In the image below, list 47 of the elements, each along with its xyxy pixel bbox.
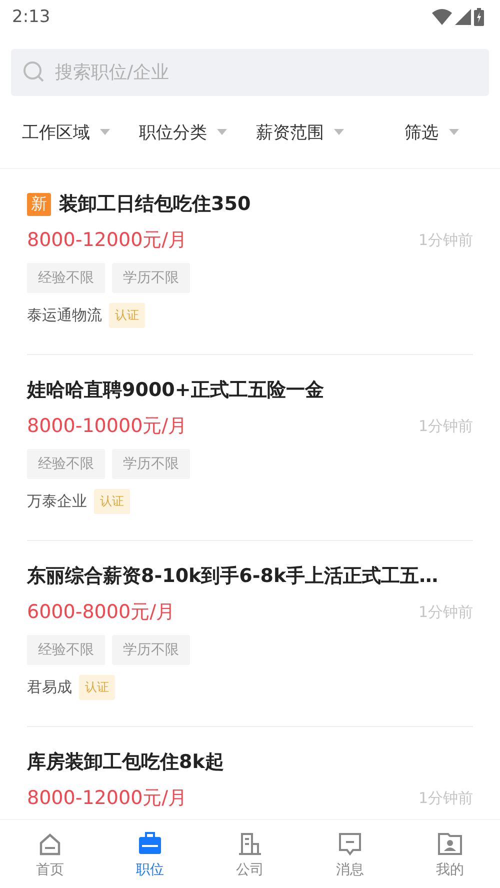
nav-tab[interactable]: 职位 bbox=[100, 820, 200, 888]
signal-icon bbox=[455, 9, 471, 25]
filter-dropdown[interactable]: 工作区域 bbox=[22, 120, 139, 144]
post-time: 1分钟前 bbox=[418, 416, 473, 436]
nav-tab[interactable]: 消息 bbox=[300, 820, 400, 888]
caret-icon bbox=[100, 129, 110, 135]
caret-icon bbox=[448, 129, 458, 135]
filter-dropdown[interactable]: 筛选 bbox=[373, 120, 490, 144]
verified-badge: 认证 bbox=[109, 303, 145, 328]
company-name: 君易成 bbox=[27, 678, 72, 697]
search-field[interactable]: 搜索职位/企业 bbox=[11, 49, 489, 96]
requirement-tag: 经验不限 bbox=[27, 635, 105, 665]
verified-badge: 认证 bbox=[79, 675, 115, 700]
caret-icon bbox=[217, 129, 227, 135]
requirement-tag: 经验不限 bbox=[27, 263, 105, 293]
job-title: 装卸工日结包吃住350 bbox=[59, 192, 251, 217]
caret-icon bbox=[334, 129, 344, 135]
post-time: 1分钟前 bbox=[418, 230, 473, 250]
requirement-tag: 经验不限 bbox=[27, 449, 105, 479]
battery-icon bbox=[474, 8, 484, 26]
post-time: 1分钟前 bbox=[418, 788, 473, 808]
verified-badge: 认证 bbox=[94, 489, 130, 514]
requirement-tag: 学历不限 bbox=[112, 263, 190, 293]
status-time: 2:13 bbox=[12, 7, 50, 27]
salary: 8000-10000元/月 bbox=[27, 414, 188, 439]
nav-tab[interactable]: 首页 bbox=[0, 820, 100, 888]
filter-dropdown[interactable]: 职位分类 bbox=[139, 120, 256, 144]
filter-dropdown[interactable]: 薪资范围 bbox=[256, 120, 373, 144]
requirement-tag: 学历不限 bbox=[112, 635, 190, 665]
job-title: 娃哈哈直聘9000+正式工五险一金 bbox=[27, 378, 324, 403]
job-title: 库房装卸工包吃住8k起 bbox=[27, 750, 224, 775]
company-name: 万泰企业 bbox=[27, 492, 87, 511]
salary: 6000-8000元/月 bbox=[27, 600, 175, 625]
requirement-tag: 学历不限 bbox=[112, 449, 190, 479]
post-time: 1分钟前 bbox=[418, 602, 473, 622]
job-card[interactable]: 东丽综合薪资8-10k到手6-8k手上活正式工五… 6000-8000元/月 1分钟前 经验不限 学历不限 君易成 认证 bbox=[27, 541, 473, 727]
job-card[interactable]: 娃哈哈直聘9000+正式工五险一金 8000-10000元/月 1分钟前 经验不限 学历不限 万泰企业 认证 bbox=[27, 355, 473, 541]
nav-tab[interactable]: 我的 bbox=[400, 820, 500, 888]
job-card[interactable]: 新 装卸工日结包吃住350 8000-12000元/月 1分钟前 经验不限 学历不限 泰运通物流 认证 bbox=[27, 169, 473, 355]
job-title: 东丽综合薪资8-10k到手6-8k手上活正式工五… bbox=[27, 564, 438, 589]
salary: 8000-12000元/月 bbox=[27, 786, 188, 811]
wifi-icon bbox=[432, 9, 452, 25]
salary: 8000-12000元/月 bbox=[27, 228, 188, 253]
nav-tab[interactable]: 公司 bbox=[200, 820, 300, 888]
company-name: 泰运通物流 bbox=[27, 306, 102, 325]
search-icon bbox=[23, 61, 45, 83]
new-badge: 新 bbox=[27, 192, 51, 216]
